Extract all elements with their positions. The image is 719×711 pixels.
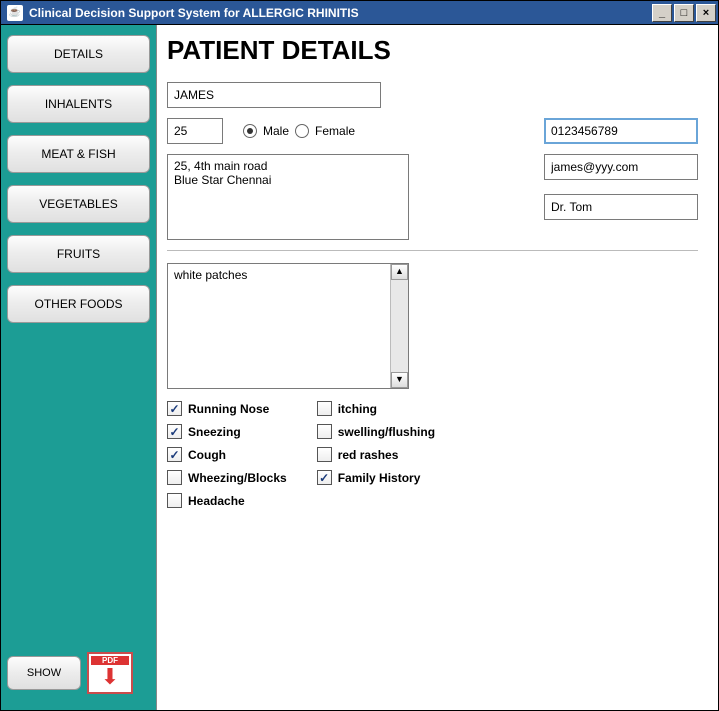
symptoms-group: ✓ Running Nose ✓ Sneezing ✓ Cough Wheezing/Blo…: [167, 401, 698, 508]
symptom-label: itching: [338, 402, 377, 416]
sidebar-item-other-foods[interactable]: OTHER FOODS: [7, 285, 150, 323]
symptom-row: Wheezing/Blocks: [167, 470, 287, 485]
doctor-input[interactable]: [544, 194, 698, 220]
symptom-label: Running Nose: [188, 402, 269, 416]
sidebar-item-meat-fish[interactable]: MEAT & FISH: [7, 135, 150, 173]
phone-input[interactable]: [544, 118, 698, 144]
symptom-label: Wheezing/Blocks: [188, 471, 287, 485]
scroll-up-icon[interactable]: ▲: [391, 264, 408, 280]
notes-field-wrap: ▲ ▼: [167, 263, 409, 389]
symptom-label: Headache: [188, 494, 245, 508]
window-title: Clinical Decision Support System for ALL…: [27, 6, 652, 20]
page-title: PATIENT DETAILS: [167, 35, 698, 66]
symptoms-column-2: itching swelling/flushing red rashes ✓ Famil…: [317, 401, 435, 508]
sidebar-item-details[interactable]: DETAILS: [7, 35, 150, 73]
show-button[interactable]: SHOW: [7, 656, 81, 690]
gender-male-label: Male: [263, 124, 289, 138]
notes-input[interactable]: [168, 264, 390, 388]
symptom-label: Sneezing: [188, 425, 241, 439]
gender-female-label: Female: [315, 124, 355, 138]
titlebar: ☕ Clinical Decision Support System for A…: [1, 1, 718, 25]
minimize-button[interactable]: _: [652, 4, 672, 22]
symptom-label: Family History: [338, 471, 421, 485]
symptom-checkbox[interactable]: [317, 424, 332, 439]
gender-male-radio[interactable]: [243, 124, 257, 138]
gender-female-radio[interactable]: [295, 124, 309, 138]
close-button[interactable]: ×: [696, 4, 716, 22]
symptom-row: swelling/flushing: [317, 424, 435, 439]
symptom-checkbox[interactable]: ✓: [167, 424, 182, 439]
separator: [167, 250, 698, 251]
notes-scrollbar[interactable]: ▲ ▼: [390, 264, 408, 388]
email-input[interactable]: [544, 154, 698, 180]
symptom-checkbox[interactable]: [317, 401, 332, 416]
sidebar-item-inhalents[interactable]: INHALENTS: [7, 85, 150, 123]
scroll-track[interactable]: [391, 280, 408, 372]
symptom-label: red rashes: [338, 448, 399, 462]
symptom-checkbox[interactable]: ✓: [317, 470, 332, 485]
symptom-label: swelling/flushing: [338, 425, 435, 439]
gender-group: Male Female: [243, 124, 355, 138]
symptom-row: ✓ Cough: [167, 447, 287, 462]
address-input[interactable]: [167, 154, 409, 240]
symptom-label: Cough: [188, 448, 226, 462]
symptom-checkbox[interactable]: ✓: [167, 401, 182, 416]
symptoms-column-1: ✓ Running Nose ✓ Sneezing ✓ Cough Wheezing/Blo…: [167, 401, 287, 508]
sidebar-item-vegetables[interactable]: VEGETABLES: [7, 185, 150, 223]
sidebar: DETAILS INHALENTS MEAT & FISH VEGETABLES…: [1, 25, 157, 710]
symptom-checkbox[interactable]: [167, 470, 182, 485]
scroll-down-icon[interactable]: ▼: [391, 372, 408, 388]
symptom-checkbox[interactable]: [317, 447, 332, 462]
pdf-icon-label: PDF: [91, 656, 129, 665]
sidebar-item-fruits[interactable]: FRUITS: [7, 235, 150, 273]
java-icon: ☕: [7, 5, 23, 21]
symptom-checkbox[interactable]: [167, 493, 182, 508]
name-input[interactable]: [167, 82, 381, 108]
age-input[interactable]: [167, 118, 223, 144]
content-area: DETAILS INHALENTS MEAT & FISH VEGETABLES…: [1, 25, 718, 710]
main-panel: PATIENT DETAILS Male Female: [157, 25, 718, 710]
symptom-row: ✓ Family History: [317, 470, 435, 485]
download-arrow-icon: ⬇: [101, 664, 119, 690]
symptom-row: Headache: [167, 493, 287, 508]
symptom-row: itching: [317, 401, 435, 416]
pdf-export-button[interactable]: PDF ⬇: [87, 652, 133, 694]
symptom-row: ✓ Running Nose: [167, 401, 287, 416]
app-window: ☕ Clinical Decision Support System for A…: [0, 0, 719, 711]
symptom-checkbox[interactable]: ✓: [167, 447, 182, 462]
symptom-row: red rashes: [317, 447, 435, 462]
maximize-button[interactable]: □: [674, 4, 694, 22]
symptom-row: ✓ Sneezing: [167, 424, 287, 439]
